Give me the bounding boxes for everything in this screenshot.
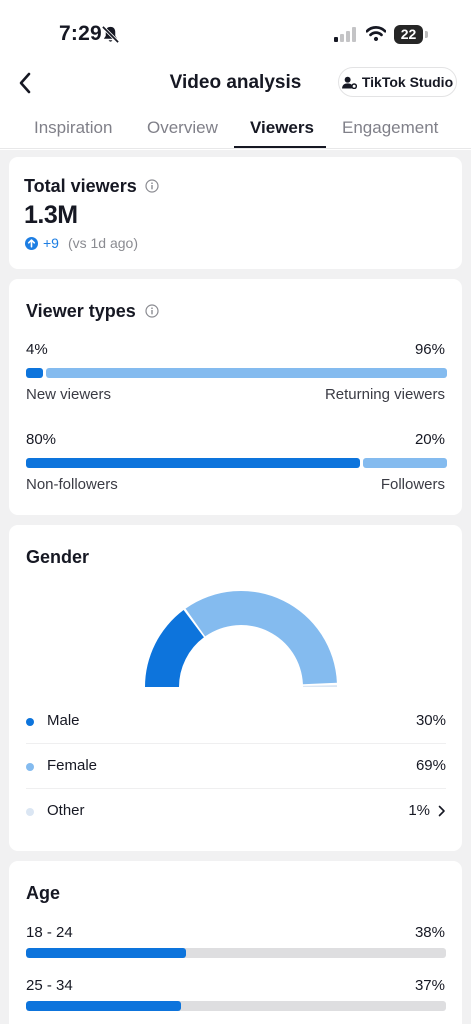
delta-note: (vs 1d ago) <box>67 235 139 251</box>
active-tab-indicator <box>234 146 326 148</box>
total-viewers-delta: +9 (vs 1d ago) <box>25 235 138 251</box>
non-followers-label: Non-followers <box>26 476 118 493</box>
tab-engagement[interactable]: Engagement <box>342 118 438 138</box>
other-value: 1% <box>408 802 430 819</box>
chevron-right-icon[interactable] <box>438 805 446 817</box>
gender-row-male: Male 30% <box>26 699 446 744</box>
age-title: Age <box>26 883 61 903</box>
gender-row-other[interactable]: Other 1% <box>26 789 446 834</box>
female-color-dot <box>26 763 34 771</box>
followers-label: Followers <box>380 476 445 493</box>
age-fill-25-34 <box>26 1001 182 1011</box>
gender-donut-chart <box>145 591 337 687</box>
tiktok-studio-button[interactable]: TikTok Studio <box>338 67 457 97</box>
female-label: Female <box>47 757 98 774</box>
followers-percent: 20% <box>414 431 445 448</box>
bell-muted-icon <box>101 25 120 44</box>
gender-title: Gender <box>26 547 90 567</box>
gender-card: Gender Male 30% Female 69% Other 1% <box>9 525 462 851</box>
battery-indicator: 22 <box>394 25 423 44</box>
other-label: Other <box>47 802 85 819</box>
viewer-types-title: Viewer types <box>26 301 136 321</box>
total-viewers-card: Total viewers 1.3M +9 (vs 1d ago) <box>9 157 462 269</box>
tab-overview[interactable]: Overview <box>147 118 218 138</box>
female-value: 69% <box>415 757 446 774</box>
battery-cap <box>425 31 428 38</box>
male-value: 30% <box>415 712 446 729</box>
age-value-18-24: 38% <box>414 924 445 941</box>
delta-value: +9 <box>43 235 59 251</box>
tiktok-studio-label: TikTok Studio <box>361 74 454 90</box>
total-viewers-title: Total viewers <box>24 176 137 196</box>
arrow-up-circle-icon <box>25 236 38 250</box>
tab-inspiration[interactable]: Inspiration <box>34 118 112 138</box>
tab-bar: Inspiration Overview Viewers Engagement <box>0 115 471 149</box>
follower-type-bar <box>26 458 447 468</box>
age-bar-18-24 <box>26 948 446 958</box>
age-range-25-34: 25 - 34 <box>26 977 73 994</box>
male-label: Male <box>47 712 80 729</box>
age-value-25-34: 37% <box>414 977 445 994</box>
returning-viewers-label: Returning viewers <box>324 386 445 403</box>
new-viewers-label: New viewers <box>26 386 112 403</box>
followers-segment <box>363 458 447 468</box>
male-color-dot <box>26 718 34 726</box>
returning-viewers-segment <box>46 368 447 378</box>
viewer-type-bar <box>26 368 447 378</box>
viewer-types-card: Viewer types 4% 96% New viewers Returnin… <box>9 279 462 515</box>
gender-slice-female <box>185 591 337 685</box>
header: Video analysis TikTok Studio Inspiration… <box>0 60 471 150</box>
gender-row-female: Female 69% <box>26 744 446 789</box>
tab-viewers[interactable]: Viewers <box>250 118 314 138</box>
wifi-icon <box>366 26 386 42</box>
person-gear-icon <box>341 76 357 89</box>
new-viewers-percent: 4% <box>26 341 48 358</box>
other-color-dot <box>26 808 34 816</box>
age-fill-18-24 <box>26 948 186 958</box>
info-icon[interactable] <box>145 304 159 318</box>
status-time: 7:29 <box>59 22 102 45</box>
age-range-18-24: 18 - 24 <box>26 924 73 941</box>
cellular-signal-icon <box>334 27 356 42</box>
non-followers-segment <box>26 458 360 468</box>
returning-viewers-percent: 96% <box>414 341 445 358</box>
non-followers-percent: 80% <box>26 431 57 448</box>
age-card: Age 18 - 24 38% 25 - 34 37% <box>9 861 462 1024</box>
info-icon[interactable] <box>145 179 159 193</box>
gender-slice-other <box>302 685 337 687</box>
age-bar-25-34 <box>26 1001 446 1011</box>
total-viewers-value: 1.3M <box>24 201 78 229</box>
new-viewers-segment <box>26 368 43 378</box>
